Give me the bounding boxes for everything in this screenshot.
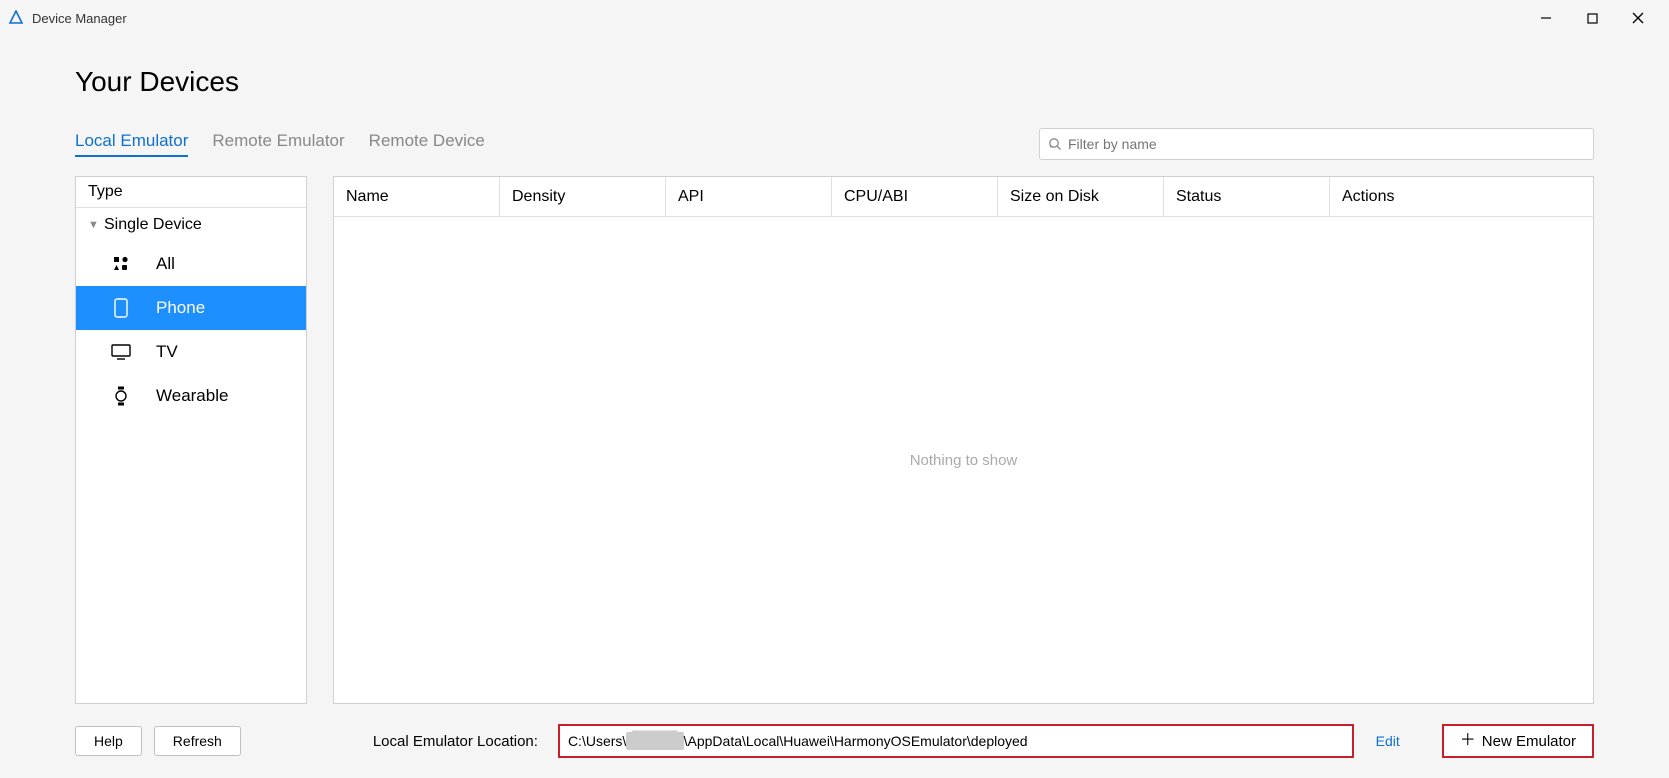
location-path-redacted: ████ <box>626 732 683 750</box>
minimize-button[interactable] <box>1523 2 1569 34</box>
chevron-down-icon: ▼ <box>88 219 98 231</box>
app-icon <box>8 10 24 26</box>
main-row: Type ▼ Single Device All Phone <box>75 176 1594 704</box>
sidebar-item-label: TV <box>156 342 178 362</box>
tabs: Local Emulator Remote Emulator Remote De… <box>75 131 485 157</box>
tree-group-single-device[interactable]: ▼ Single Device <box>76 208 306 242</box>
maximize-button[interactable] <box>1569 2 1615 34</box>
column-name[interactable]: Name <box>334 177 500 216</box>
sidebar-item-label: Wearable <box>156 386 228 406</box>
column-cpu[interactable]: CPU/ABI <box>832 177 998 216</box>
close-button[interactable] <box>1615 2 1661 34</box>
tree-group-label: Single Device <box>104 216 202 234</box>
watch-icon <box>110 386 132 406</box>
sidebar: Type ▼ Single Device All Phone <box>75 176 307 704</box>
tab-remote-emulator[interactable]: Remote Emulator <box>212 131 344 157</box>
location-input-wrap[interactable]: C:\Users\ ████ \AppData\Local\Huawei\Har… <box>558 724 1354 758</box>
tab-local-emulator[interactable]: Local Emulator <box>75 131 188 157</box>
location-path-prefix: C:\Users\ <box>568 733 626 749</box>
content: Your Devices Local Emulator Remote Emula… <box>0 36 1669 778</box>
sidebar-item-label: All <box>156 254 175 274</box>
grid-icon <box>110 256 132 272</box>
sidebar-item-wearable[interactable]: Wearable <box>76 374 306 418</box>
sidebar-item-tv[interactable]: TV <box>76 330 306 374</box>
column-actions[interactable]: Actions <box>1330 177 1593 216</box>
window: Device Manager Your Devices Local Emulat… <box>0 0 1669 778</box>
phone-icon <box>110 298 132 318</box>
sidebar-item-label: Phone <box>156 298 205 318</box>
titlebar: Device Manager <box>0 0 1669 36</box>
tab-row: Local Emulator Remote Emulator Remote De… <box>75 128 1594 160</box>
footer: Help Refresh Local Emulator Location: C:… <box>75 724 1594 758</box>
table-header: Name Density API CPU/ABI Size on Disk St… <box>334 177 1593 217</box>
column-status[interactable]: Status <box>1164 177 1330 216</box>
refresh-button[interactable]: Refresh <box>154 726 241 756</box>
sidebar-header: Type <box>76 177 306 208</box>
new-emulator-label: New Emulator <box>1482 733 1576 750</box>
help-button[interactable]: Help <box>75 726 142 756</box>
search-icon <box>1048 137 1062 151</box>
device-table: Name Density API CPU/ABI Size on Disk St… <box>333 176 1594 704</box>
column-api[interactable]: API <box>666 177 832 216</box>
column-density[interactable]: Density <box>500 177 666 216</box>
sidebar-item-phone[interactable]: Phone <box>76 286 306 330</box>
location-path-suffix: \AppData\Local\Huawei\HarmonyOSEmulator\… <box>684 733 1028 749</box>
column-size[interactable]: Size on Disk <box>998 177 1164 216</box>
tv-icon <box>110 344 132 360</box>
search-box[interactable] <box>1039 128 1594 160</box>
edit-location-link[interactable]: Edit <box>1376 733 1400 749</box>
search-input[interactable] <box>1068 136 1585 152</box>
new-emulator-button[interactable]: ＋ New Emulator <box>1442 724 1594 758</box>
table-empty-state: Nothing to show <box>334 217 1593 703</box>
window-title: Device Manager <box>32 11 127 26</box>
location-label: Local Emulator Location: <box>373 733 538 750</box>
sidebar-item-all[interactable]: All <box>76 242 306 286</box>
page-title: Your Devices <box>75 66 1594 98</box>
tab-remote-device[interactable]: Remote Device <box>369 131 485 157</box>
plus-icon: ＋ <box>1460 733 1476 749</box>
